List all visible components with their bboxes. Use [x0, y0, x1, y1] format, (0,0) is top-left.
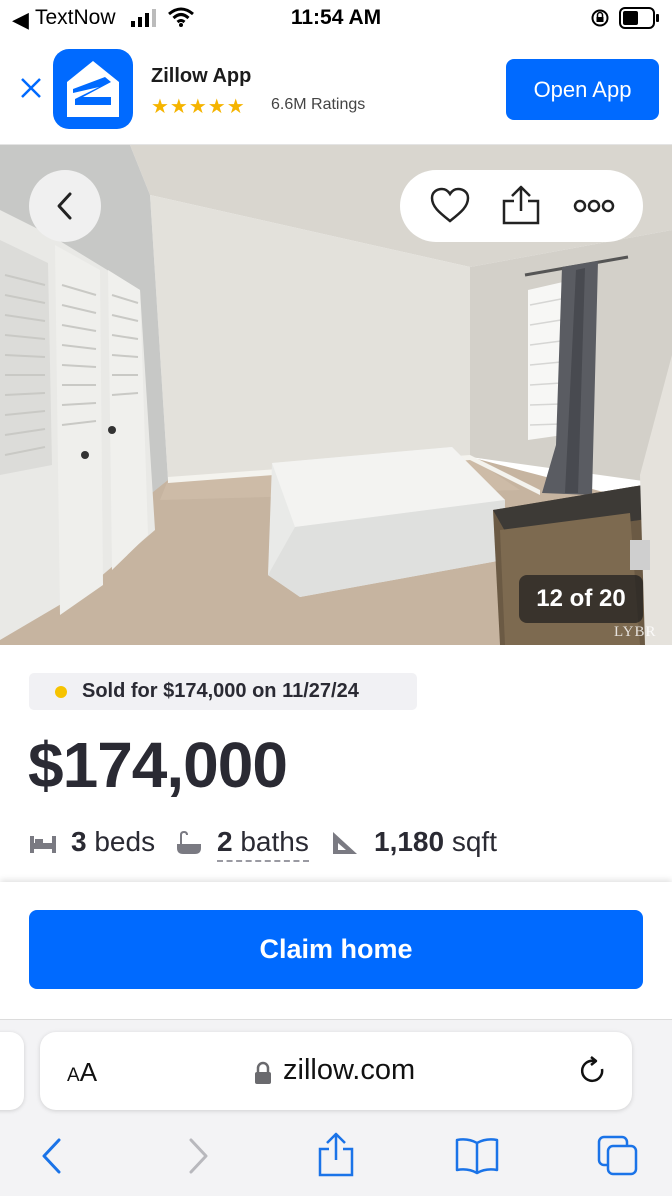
share-icon[interactable]: [501, 183, 541, 225]
baths-value: 2: [217, 826, 233, 857]
open-app-button[interactable]: Open App: [506, 59, 659, 120]
lock-icon: [255, 1061, 271, 1084]
heart-icon[interactable]: [430, 187, 470, 225]
status-bar: ◀ TextNow 11:54 AM: [0, 0, 672, 38]
chevron-left-icon: [57, 192, 72, 220]
square-footage-icon: [333, 832, 357, 854]
clock: 11:54 AM: [290, 6, 382, 29]
photo-watermark: LYBR: [614, 624, 657, 640]
bathtub-icon: [177, 830, 201, 854]
bed-icon: [30, 836, 56, 853]
smart-app-banner: Zillow App ★★★★★ 6.6M Ratings Open App: [0, 38, 672, 145]
text-size-small-label: A: [67, 1065, 80, 1086]
ratings-count: 6.6M Ratings: [271, 96, 366, 113]
photo-counter: 12 of 20: [519, 575, 643, 623]
status-dot-icon: [55, 686, 67, 698]
baths-link[interactable]: 2 baths: [217, 826, 309, 862]
orientation-lock-icon: [591, 9, 609, 27]
back-button[interactable]: [29, 170, 101, 242]
url-text[interactable]: zillow.com: [283, 1054, 415, 1087]
beds-value: 3: [71, 826, 87, 857]
text-size-large-label: A: [79, 1057, 98, 1087]
beds-label: beds: [94, 826, 156, 857]
battery-icon: [619, 7, 659, 29]
more-options-icon[interactable]: [573, 198, 615, 214]
browser-back-icon[interactable]: [38, 1137, 66, 1175]
reload-icon[interactable]: [578, 1055, 608, 1087]
home-facts: 3 beds 2 baths 1,180 sqft: [29, 826, 549, 866]
photo-actions: [400, 170, 643, 242]
sqft-label: sqft: [451, 826, 497, 857]
page-settings-button[interactable]: AA: [67, 1057, 97, 1088]
browser-share-icon[interactable]: [316, 1131, 356, 1177]
app-name: Zillow App: [151, 65, 252, 87]
browser-forward-icon[interactable]: [184, 1137, 212, 1175]
sold-status-text: Sold for $174,000 on 11/27/24: [82, 680, 359, 702]
rating-stars: ★★★★★: [151, 96, 246, 118]
baths-label: baths: [240, 826, 309, 857]
sqft-value: 1,180: [374, 826, 445, 857]
bookmarks-icon[interactable]: [454, 1137, 500, 1175]
tabs-icon[interactable]: [597, 1135, 639, 1177]
status-badge: Sold for $174,000 on 11/27/24: [29, 673, 417, 710]
zillow-app-logo: [53, 49, 133, 129]
previous-tab-peek[interactable]: [0, 1032, 24, 1110]
listing-price: $174,000: [28, 729, 288, 801]
claim-home-button[interactable]: Claim home: [29, 910, 643, 989]
close-icon[interactable]: [20, 77, 42, 99]
